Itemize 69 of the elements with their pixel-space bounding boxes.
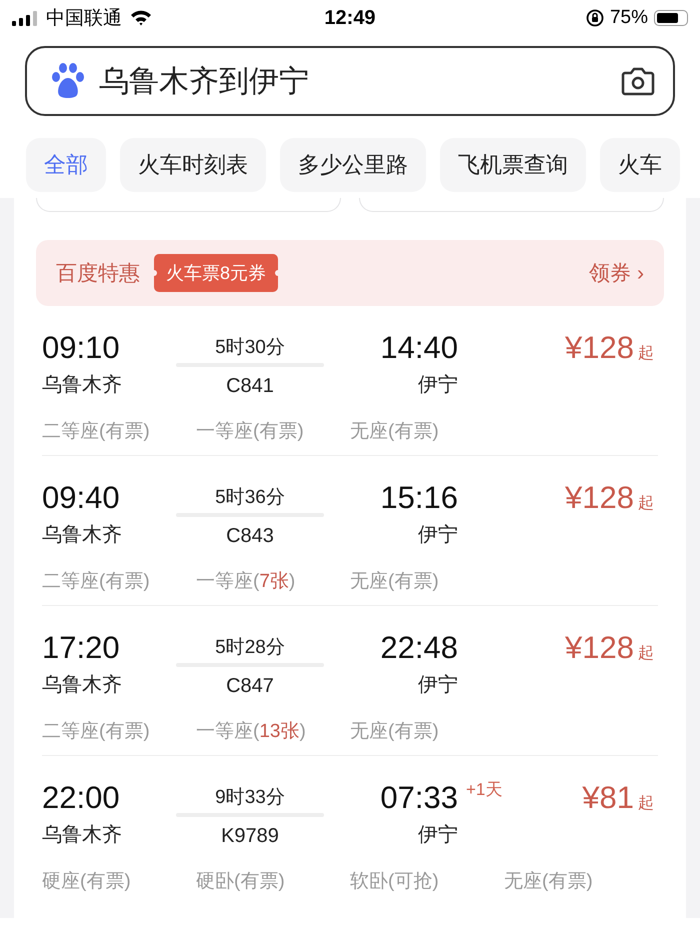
search-field[interactable]: 乌鲁木齐到伊宁: [99, 64, 607, 98]
train-row[interactable]: 09:10 乌鲁木齐 5时30分 C841 14:40 伊宁 ¥128 起 二等座(有票) 一等座(有票) 无座(有票): [42, 306, 658, 456]
seat-availability: 软卧(可抢): [350, 870, 440, 894]
train-row[interactable]: 17:20 乌鲁木齐 5时28分 C847 22:48 伊宁 ¥128 起 二等座(有票) 一等座(13张) 无座(有票): [42, 606, 658, 756]
departure-station: 乌鲁木齐: [42, 523, 123, 548]
seat-availability: 无座(有票): [350, 420, 440, 444]
departure-time: 09:10: [42, 330, 121, 366]
seat-availability: 无座(有票): [504, 870, 594, 894]
seat-availability: 一等座(13张): [196, 720, 307, 744]
seat-availability: 二等座(有票): [42, 570, 151, 594]
departure-time: 17:20: [42, 630, 121, 666]
filter-chip[interactable]: 火车: [600, 138, 680, 192]
seat-availability: 一等座(有票): [196, 420, 305, 444]
trip-duration: 5时30分: [215, 336, 285, 360]
arrival-station: 伊宁: [417, 673, 458, 698]
clock-time: 12:49: [323, 6, 377, 30]
arrival-time: 14:40: [380, 330, 458, 366]
trip-duration: 5时28分: [215, 636, 285, 660]
train-number: C847: [226, 674, 274, 699]
coupon-tag[interactable]: 火车票8元券: [154, 254, 278, 292]
departure-station: 乌鲁木齐: [42, 673, 123, 698]
filter-chip[interactable]: 多少公里路: [280, 138, 426, 192]
camera-icon[interactable]: [621, 66, 655, 96]
departure-time: 22:00: [42, 780, 121, 816]
ticket-price: ¥128: [565, 630, 634, 666]
departure-time: 09:40: [42, 480, 121, 516]
signal-icon: [12, 10, 38, 26]
arrival-station: 伊宁: [417, 823, 458, 848]
ticket-price: ¥128: [565, 330, 634, 366]
seat-availability: 二等座(有票): [42, 420, 151, 444]
seat-availability: 硬座(有票): [42, 870, 132, 894]
price-from-label: 起: [638, 794, 654, 814]
price-from-label: 起: [638, 494, 654, 514]
price-from-label: 起: [638, 344, 654, 364]
seat-availability: 无座(有票): [350, 720, 440, 744]
filter-chip[interactable]: 飞机票查询: [440, 138, 586, 192]
seat-availability: 二等座(有票): [42, 720, 151, 744]
promo-title: 百度特惠: [56, 261, 140, 287]
ticket-price: ¥128: [565, 480, 634, 516]
trip-duration: 5时36分: [215, 486, 285, 510]
paw-logo-icon: [51, 63, 85, 99]
price-from-label: 起: [638, 644, 654, 664]
seat-availability: 硬卧(有票): [196, 870, 286, 894]
train-row[interactable]: 22:00 乌鲁木齐 9时33分 K9789 07:33 +1天 伊宁 ¥81 起 硬座(有票) 硬卧(有票) 软卧(可抢) 无座(有票): [42, 756, 658, 905]
search-bar[interactable]: 乌鲁木齐到伊宁: [25, 46, 675, 116]
train-number: C843: [226, 524, 274, 549]
train-number: C841: [226, 374, 274, 399]
wifi-icon: [130, 10, 152, 26]
arrival-time: 15:16: [380, 480, 458, 516]
rotation-lock-icon: [586, 9, 604, 27]
battery-icon: [654, 10, 688, 26]
next-day-note: +1天: [466, 779, 502, 801]
arrival-station: 伊宁: [417, 373, 458, 398]
filter-chip[interactable]: 全部: [26, 138, 106, 192]
departure-station: 乌鲁木齐: [42, 823, 123, 848]
carrier-name: 中国联通: [46, 7, 122, 31]
filter-chip[interactable]: 火车时刻表: [120, 138, 266, 192]
train-number: K9789: [221, 824, 279, 849]
arrival-station: 伊宁: [417, 523, 458, 548]
ticket-price: ¥81: [582, 780, 634, 816]
arrival-time: 22:48: [380, 630, 458, 666]
departure-station: 乌鲁木齐: [42, 373, 123, 398]
train-row[interactable]: 09:40 乌鲁木齐 5时36分 C843 15:16 伊宁 ¥128 起 二等座(有票) 一等座(7张) 无座(有票): [42, 456, 658, 606]
arrival-time: 07:33: [380, 780, 458, 816]
battery-percent: 75%: [610, 7, 648, 29]
seat-availability: 无座(有票): [350, 570, 440, 594]
seat-availability: 一等座(7张): [196, 570, 296, 594]
trip-duration: 9时33分: [215, 786, 285, 810]
claim-coupon-link[interactable]: 领券 ›: [589, 259, 644, 287]
